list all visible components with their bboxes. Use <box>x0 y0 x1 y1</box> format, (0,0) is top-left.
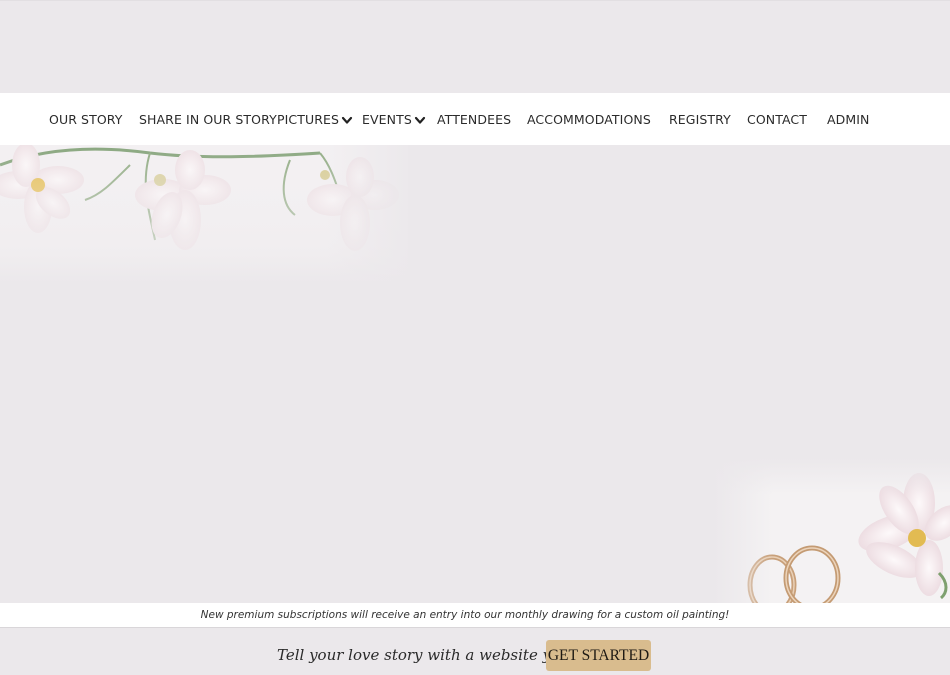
nav-attendees-label: ATTENDEES <box>437 111 512 127</box>
chevron-down-icon <box>341 114 353 126</box>
chevron-down-icon <box>414 114 426 126</box>
nav-events[interactable]: EVENTS <box>362 93 426 145</box>
nav-registry[interactable]: REGISTRY <box>669 93 731 145</box>
get-started-button[interactable]: GET STARTED <box>546 640 651 671</box>
promo-text: New premium subscriptions will receive a… <box>200 609 730 621</box>
nav-registry-label: REGISTRY <box>669 111 731 127</box>
nav-our-story[interactable]: OUR STORY <box>49 93 122 145</box>
nav-contact-label: CONTACT <box>747 111 807 127</box>
nav-accommodations-label: ACCOMMODATIONS <box>527 111 651 127</box>
page: OUR STORY SHARE IN OUR STORY PICTURES EV… <box>0 0 950 675</box>
nav-admin-label: ADMIN <box>827 111 870 127</box>
nav-contact[interactable]: CONTACT <box>747 93 807 145</box>
get-started-label: GET STARTED <box>547 646 650 664</box>
nav-share-in-our-story[interactable]: SHARE IN OUR STORY <box>139 93 277 145</box>
main-navigation: OUR STORY SHARE IN OUR STORY PICTURES EV… <box>0 93 950 145</box>
wedding-rings-image <box>714 458 950 604</box>
nav-share-label: SHARE IN OUR STORY <box>139 111 277 127</box>
nav-pictures[interactable]: PICTURES <box>277 93 353 145</box>
promo-banner: New premium subscriptions will receive a… <box>0 603 950 628</box>
nav-events-label: EVENTS <box>362 111 412 127</box>
nav-accommodations[interactable]: ACCOMMODATIONS <box>527 93 651 145</box>
nav-our-story-label: OUR STORY <box>49 111 123 127</box>
nav-pictures-label: PICTURES <box>277 111 340 127</box>
header-band <box>0 0 950 93</box>
nav-admin[interactable]: ADMIN <box>827 93 870 145</box>
flower-banner-image <box>0 145 408 283</box>
nav-attendees[interactable]: ATTENDEES <box>437 93 511 145</box>
